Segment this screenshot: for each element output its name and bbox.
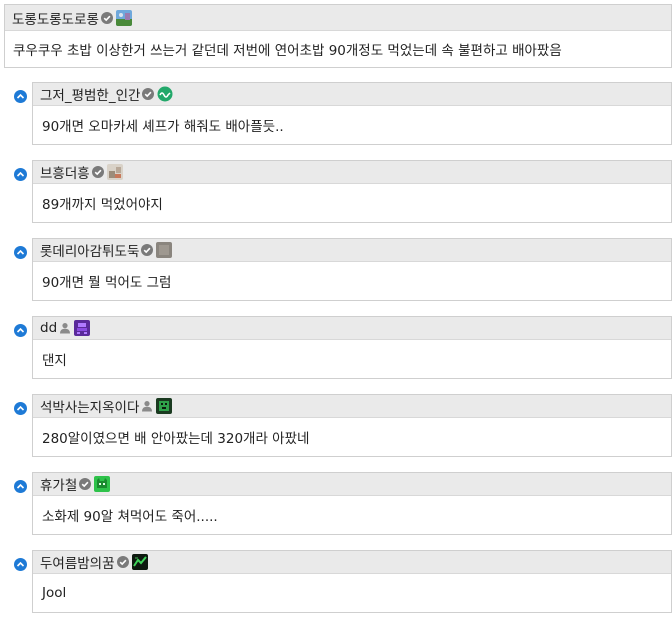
reply-author[interactable]: 휴가철 <box>40 474 77 494</box>
reply-text: Jool <box>42 585 67 601</box>
reply-comment: 브흥더흥 89개까지 먹었어야지 <box>32 160 672 223</box>
reply-comment: dd 댄지 <box>32 316 672 379</box>
reply-header: 브흥더흥 <box>33 161 671 184</box>
user-icon <box>59 322 71 334</box>
reply-arrow-up-icon[interactable] <box>14 90 27 103</box>
reply-header: 석박사는지옥이다 <box>33 395 671 418</box>
purple-pixel-avatar-icon[interactable] <box>74 320 91 336</box>
reply-author[interactable]: 롯데리아감튀도둑 <box>40 240 139 260</box>
reply-comment: 롯데리아감튀도둑 90개면 뭘 먹어도 그럼 <box>32 238 672 301</box>
reply-header: 두여름밤의꿈 <box>33 551 671 574</box>
reply-arrow-up-icon[interactable] <box>14 324 27 337</box>
reply-author[interactable]: dd <box>40 320 57 336</box>
green-pixel-avatar-icon[interactable] <box>156 398 173 414</box>
reply-comment: 그저_평범한_인간 90개면 오마카세 셰프가 해줘도 배아플듯.. <box>32 82 672 145</box>
reply-arrow-up-icon[interactable] <box>14 558 27 571</box>
verified-check-icon <box>91 166 104 178</box>
verified-check-icon <box>141 244 154 256</box>
reply-author[interactable]: 두여름밤의꿈 <box>40 552 115 572</box>
reply-text: 280알이였으면 배 안아팠는데 320개라 아팠네 <box>42 431 310 447</box>
photo-avatar-icon[interactable] <box>106 164 123 180</box>
original-post: 도롱도롱도로롱 쿠우쿠우 초밥 이상한거 쓰는거 같던데 저번에 연어초밥 90… <box>4 4 672 68</box>
reply-header: 그저_평범한_인간 <box>33 83 671 106</box>
reply-text: 90개면 오마카세 셰프가 해줘도 배아플듯.. <box>42 119 284 135</box>
reply-text: 90개면 뭘 먹어도 그럼 <box>42 275 172 291</box>
reply-comment: 석박사는지옥이다 280알이였으면 배 안아팠는데 320개라 아팠네 <box>32 394 672 457</box>
verified-check-icon <box>142 88 155 100</box>
reply-text: 댄지 <box>42 353 67 369</box>
reply-arrow-up-icon[interactable] <box>14 168 27 181</box>
verified-check-icon <box>100 11 113 24</box>
green-cat-avatar-icon[interactable] <box>94 476 111 492</box>
reply-author[interactable]: 그저_평범한_인간 <box>40 84 140 104</box>
reply-comment: 두여름밤의꿈 Jool <box>32 550 672 613</box>
reply-header: dd <box>33 317 671 340</box>
reply-author[interactable]: 브흥더흥 <box>40 162 90 182</box>
dark-green-avatar-icon[interactable] <box>131 554 148 570</box>
verified-check-icon <box>79 478 92 490</box>
landscape-avatar-icon[interactable] <box>115 9 132 26</box>
green-circle-avatar-icon[interactable] <box>157 86 173 102</box>
reply-arrow-up-icon[interactable] <box>14 246 27 259</box>
reply-comment: 휴가철 소화제 90알 쳐먹어도 죽어..... <box>32 472 672 535</box>
reply-arrow-up-icon[interactable] <box>14 480 27 493</box>
reply-arrow-up-icon[interactable] <box>14 402 27 415</box>
reply-header: 롯데리아감튀도둑 <box>33 239 671 262</box>
verified-check-icon <box>116 556 129 568</box>
post-text: 쿠우쿠우 초밥 이상한거 쓰는거 같던데 저번에 연어초밥 90개정도 먹었는데… <box>13 43 562 59</box>
reply-text: 소화제 90알 쳐먹어도 죽어..... <box>42 509 218 525</box>
post-header: 도롱도롱도로롱 <box>5 5 671 31</box>
reply-author[interactable]: 석박사는지옥이다 <box>40 396 139 416</box>
post-author[interactable]: 도롱도롱도로롱 <box>12 8 99 28</box>
reply-text: 89개까지 먹었어야지 <box>42 197 163 213</box>
gray-avatar-icon[interactable] <box>156 242 173 258</box>
reply-header: 휴가철 <box>33 473 671 496</box>
user-icon <box>141 400 153 412</box>
